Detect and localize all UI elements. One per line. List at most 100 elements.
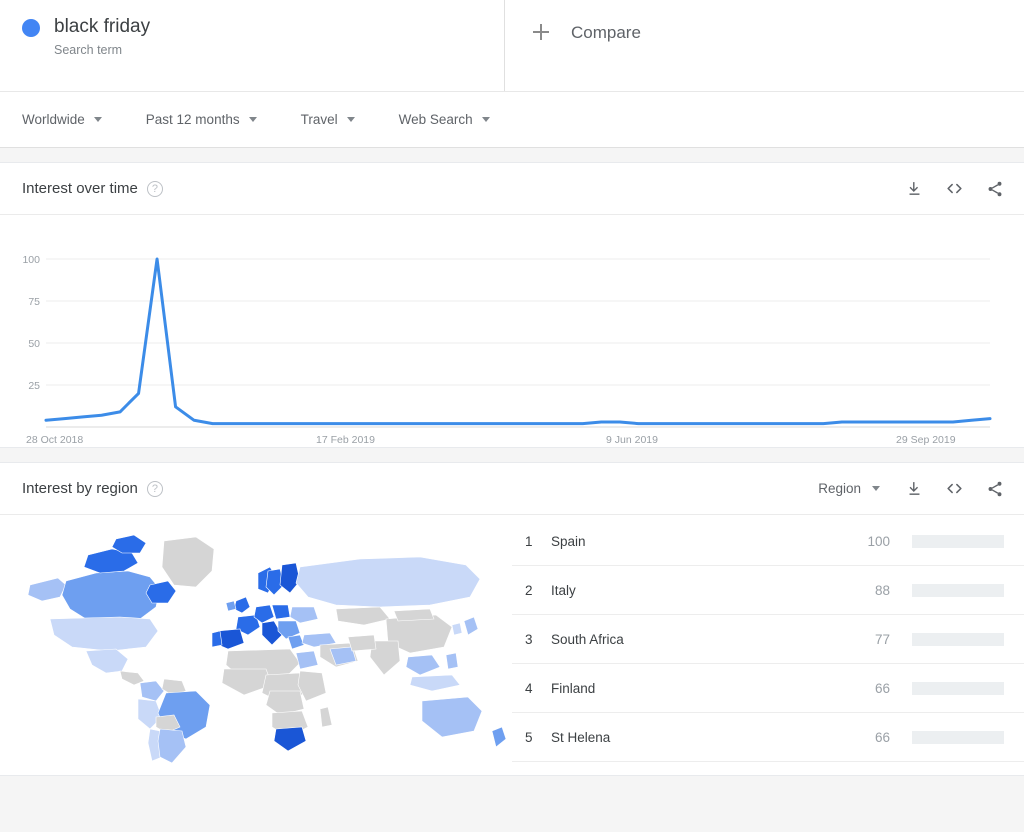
- region-name: Italy: [551, 582, 576, 598]
- search-term-bar: black friday Search term Compare: [0, 0, 1024, 92]
- chevron-down-icon: [872, 486, 880, 491]
- world-map-svg: [27, 534, 507, 764]
- filter-category-label: Travel: [300, 112, 338, 127]
- x-tick-3: 29 Sep 2019: [896, 434, 956, 446]
- search-term-subtitle: Search term: [54, 43, 123, 57]
- region-name: Spain: [551, 533, 586, 549]
- region-breakdown-label: Region: [818, 481, 861, 496]
- region-value: 66: [874, 729, 890, 745]
- filter-search-type[interactable]: Web Search: [399, 112, 490, 127]
- chevron-down-icon: [93, 117, 102, 122]
- list-item[interactable]: 5 St Helena 66: [512, 713, 1024, 762]
- region-ranking-list: 1 Spain 100 2 Italy 88 3 South Africa 77: [512, 515, 1024, 775]
- country-ireland: [225, 600, 237, 612]
- compare-button[interactable]: Compare: [505, 0, 1024, 91]
- country-poland: [271, 604, 291, 620]
- filter-time-range[interactable]: Past 12 months: [146, 112, 257, 127]
- region-bar-track: [912, 534, 1004, 548]
- region-value: 88: [874, 582, 890, 598]
- country-russia: [295, 556, 481, 608]
- country-colombia: [139, 680, 165, 702]
- country-greenland: [161, 536, 215, 588]
- filter-location[interactable]: Worldwide: [22, 112, 102, 127]
- country-portugal: [211, 630, 223, 648]
- y-tick-50: 50: [28, 338, 40, 350]
- country-iran: [347, 634, 377, 652]
- country-sea: [405, 654, 441, 676]
- country-canada: [61, 570, 161, 624]
- region-bar-track: [912, 681, 1004, 695]
- embed-icon[interactable]: [945, 479, 964, 498]
- section-gap: [0, 448, 1024, 462]
- country-uk: [233, 596, 251, 614]
- filter-bar: Worldwide Past 12 months Travel Web Sear…: [0, 92, 1024, 148]
- interest-by-region-card: Interest by region ? Region 1 Spain 100 …: [0, 462, 1024, 776]
- filter-search-type-label: Web Search: [398, 112, 473, 127]
- chevron-down-icon: [346, 117, 355, 122]
- help-circle-icon[interactable]: ?: [146, 480, 163, 497]
- x-tick-0: 28 Oct 2018: [26, 434, 83, 446]
- list-item[interactable]: 4 Finland 66: [512, 664, 1024, 713]
- interest-over-time-header: Interest over time ?: [0, 163, 1024, 215]
- chevron-down-icon: [481, 117, 490, 122]
- region-rank: 2: [525, 582, 533, 598]
- world-choropleth-map[interactable]: [0, 515, 512, 775]
- series-color-dot: [22, 19, 40, 37]
- country-usa: [49, 616, 159, 652]
- region-bar-track: [912, 632, 1004, 646]
- country-korea: [451, 622, 463, 636]
- chevron-down-icon: [248, 117, 257, 122]
- plus-icon: [533, 24, 549, 40]
- help-circle-icon[interactable]: ?: [146, 180, 163, 197]
- x-tick-1: 17 Feb 2019: [316, 434, 375, 446]
- country-kazakhstan: [335, 606, 391, 626]
- country-mexico: [85, 648, 129, 674]
- interest-over-time-chart[interactable]: 100 75 50 25 28 Oct 2018 17 Feb 2019 9 J…: [0, 215, 1024, 447]
- region-name: South Africa: [551, 631, 624, 647]
- search-term-text: black friday Search term: [54, 14, 150, 57]
- interest-by-region-actions: Region: [818, 479, 1004, 498]
- country-japan: [463, 616, 479, 636]
- y-tick-100: 100: [22, 254, 40, 266]
- interest-over-time-actions: [906, 179, 1004, 198]
- region-value: 100: [867, 533, 890, 549]
- region-value: 77: [874, 631, 890, 647]
- country-philippines: [445, 652, 459, 670]
- filter-location-label: Worldwide: [22, 112, 85, 127]
- search-term-title: black friday: [54, 16, 151, 37]
- download-icon[interactable]: [906, 180, 923, 197]
- country-alaska: [27, 577, 67, 602]
- region-name: St Helena: [551, 729, 611, 745]
- compare-label: Compare: [571, 23, 641, 42]
- country-south-africa: [273, 726, 307, 752]
- region-bar-track: [912, 583, 1004, 597]
- region-rank: 1: [525, 533, 533, 549]
- list-item[interactable]: 2 Italy 88: [512, 566, 1024, 615]
- country-ukraine: [289, 606, 319, 624]
- region-value: 66: [874, 680, 890, 696]
- share-icon[interactable]: [986, 180, 1004, 198]
- country-canada-arctic-2: [111, 534, 147, 554]
- interest-by-region-body: 1 Spain 100 2 Italy 88 3 South Africa 77: [0, 515, 1024, 775]
- country-egypt: [295, 650, 319, 670]
- filter-category[interactable]: Travel: [301, 112, 355, 127]
- search-term-card[interactable]: black friday Search term: [0, 0, 505, 91]
- trend-line-path: [44, 257, 992, 426]
- country-greece: [287, 634, 305, 650]
- x-tick-2: 9 Jun 2019: [606, 434, 658, 446]
- section-gap: [0, 148, 1024, 162]
- download-icon[interactable]: [906, 480, 923, 497]
- embed-icon[interactable]: [945, 179, 964, 198]
- country-madagascar: [319, 706, 333, 728]
- region-bar-track: [912, 730, 1004, 744]
- line-chart-svg: 100 75 50 25 28 Oct 2018 17 Feb 2019 9 J…: [22, 254, 992, 446]
- region-breakdown-select[interactable]: Region: [818, 481, 880, 496]
- list-item[interactable]: 3 South Africa 77: [512, 615, 1024, 664]
- share-icon[interactable]: [986, 480, 1004, 498]
- region-name: Finland: [551, 680, 596, 696]
- country-argentina: [157, 728, 187, 764]
- country-new-zealand: [491, 726, 507, 748]
- list-item[interactable]: 1 Spain 100: [512, 517, 1024, 566]
- country-east-africa: [297, 670, 327, 702]
- interest-by-region-header: Interest by region ? Region: [0, 463, 1024, 515]
